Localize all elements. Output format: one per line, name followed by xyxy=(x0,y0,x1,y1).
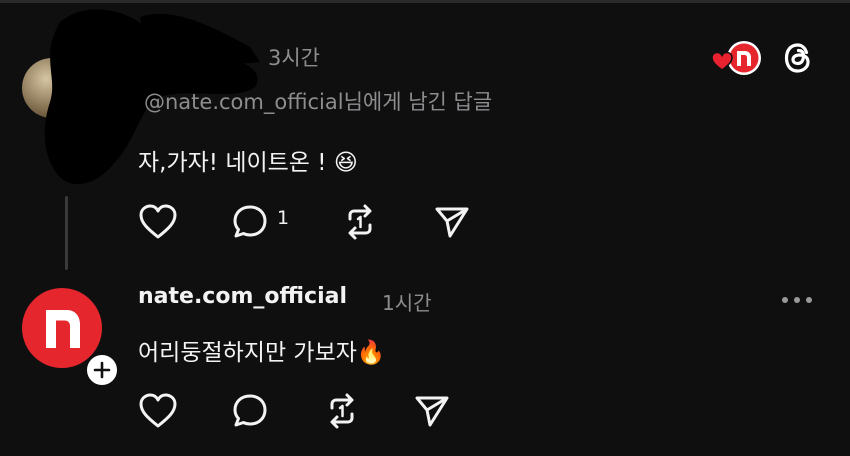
reply-to-line: @nate.com_official님에게 남긴 답글 xyxy=(144,86,492,116)
fire-emoji: 🔥 xyxy=(356,340,386,366)
heart-icon[interactable] xyxy=(138,203,178,241)
post-time: 1시간 xyxy=(382,291,432,315)
repost-icon[interactable] xyxy=(323,392,361,430)
threads-logo-icon[interactable] xyxy=(780,40,816,76)
post-username[interactable]: nate.com_official xyxy=(138,284,347,309)
follow-button[interactable] xyxy=(84,352,120,388)
post-time: 3시간 xyxy=(268,46,321,70)
more-icon[interactable] xyxy=(782,297,812,303)
comment-icon[interactable] xyxy=(231,203,269,241)
post-text-body: 자,가자! 네이트온 ! xyxy=(138,150,334,176)
nate-heart-logo-icon[interactable] xyxy=(710,40,766,76)
plus-icon xyxy=(93,361,111,379)
post-text: 자,가자! 네이트온 ! 😆 xyxy=(138,143,358,177)
reply-to-suffix: 님에게 남긴 답글 xyxy=(343,90,493,114)
post-text-body: 어리둥절하지만 가보자 xyxy=(138,340,357,366)
reply-to-handle[interactable]: @nate.com_official xyxy=(144,90,344,114)
send-icon[interactable] xyxy=(413,392,451,430)
post-text: 어리둥절하지만 가보자🔥 xyxy=(138,333,386,367)
send-icon[interactable] xyxy=(433,203,471,241)
thread-line xyxy=(65,196,68,270)
comment-icon[interactable] xyxy=(231,392,269,430)
repost-icon[interactable] xyxy=(341,203,379,241)
laughing-emoji: 😆 xyxy=(333,150,358,176)
heart-icon[interactable] xyxy=(138,392,178,430)
comment-count: 1 xyxy=(277,207,290,229)
